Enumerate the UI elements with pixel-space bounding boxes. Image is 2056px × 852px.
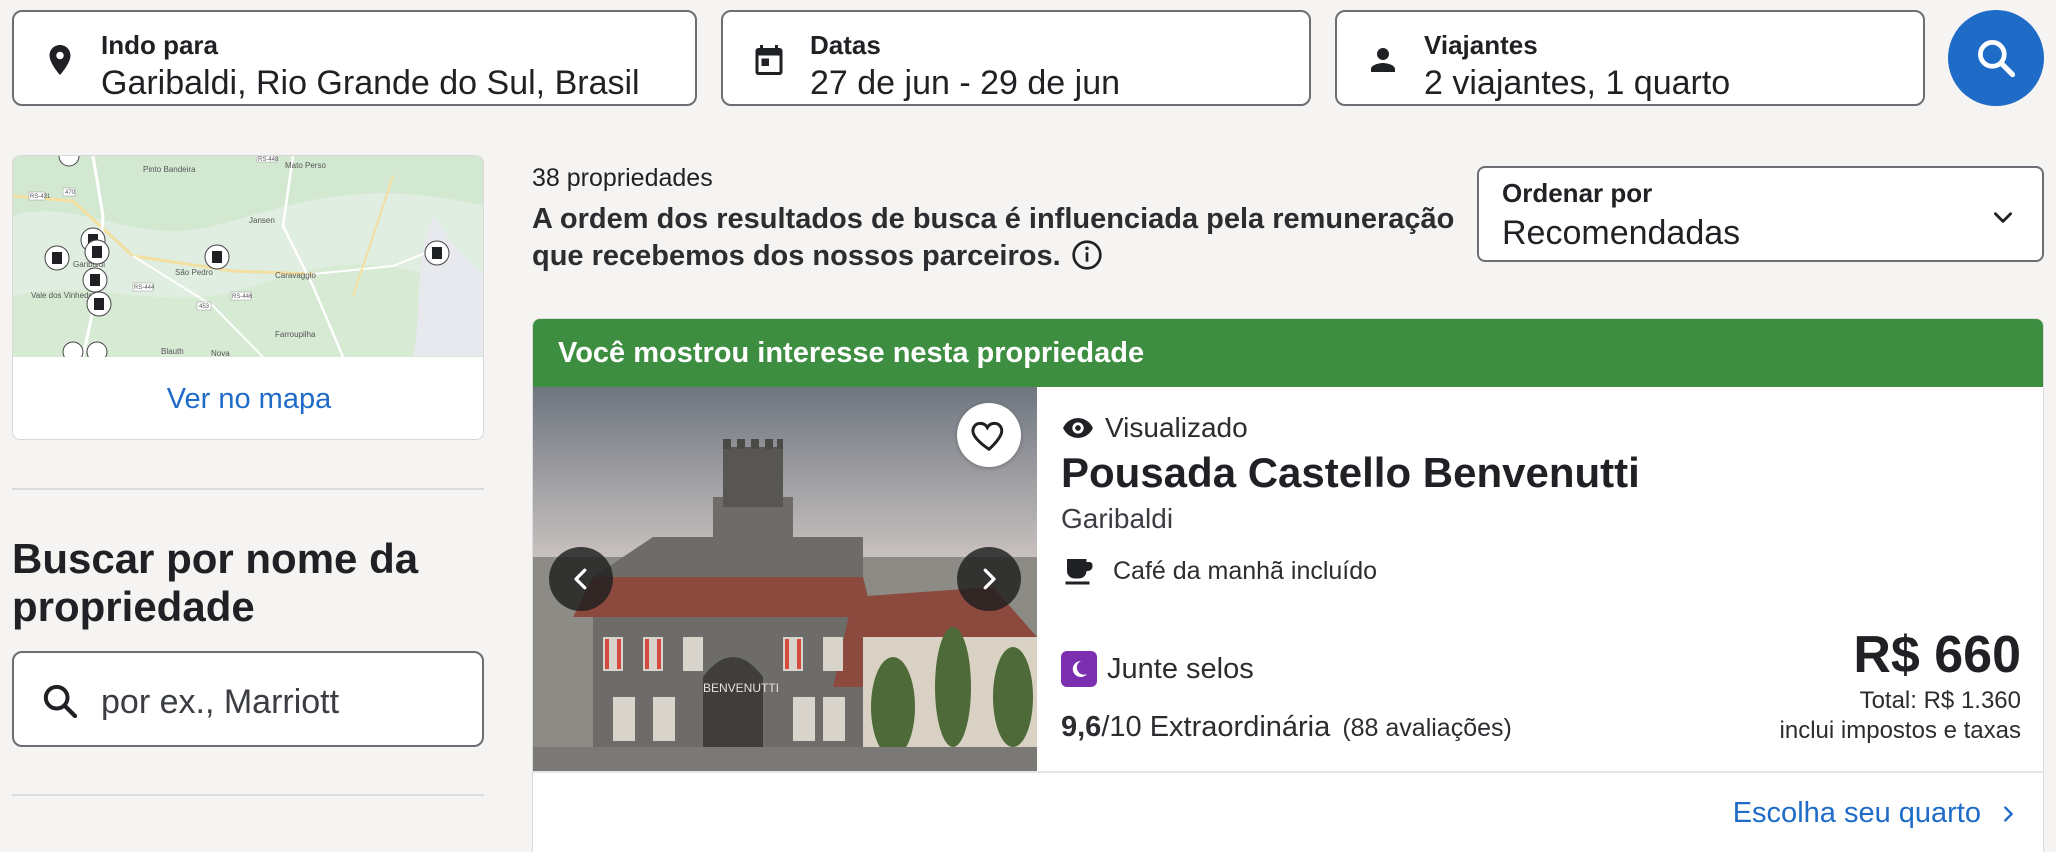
property-info: Visualizado Pousada Castello Benvenutti … — [1061, 387, 2021, 771]
destination-value: Garibaldi, Rio Grande do Sul, Brasil — [101, 64, 640, 102]
chevron-down-icon — [1994, 212, 2012, 223]
viewed-label: Visualizado — [1105, 412, 1248, 443]
interest-banner: Você mostrou interesse nesta propriedade — [533, 319, 2043, 387]
property-name-placeholder: por ex., Marriott — [101, 683, 340, 721]
travelers-value: 2 viajantes, 1 quarto — [1424, 64, 1731, 102]
favorite-button[interactable] — [957, 403, 1021, 467]
photo-sign-text: BENVENUTTI — [703, 681, 779, 695]
road-label-453: 453 — [199, 304, 210, 310]
map-card[interactable]: Pinto Bandeira Mato Perso Jansen Garibal… — [12, 155, 484, 440]
next-photo-button[interactable] — [957, 547, 1021, 611]
property-name-search-input[interactable]: por ex., Marriott — [12, 651, 484, 747]
moon-stamp-icon — [1061, 651, 1097, 687]
property-city: Garibaldi — [1061, 503, 1174, 534]
location-pin-icon — [49, 45, 71, 75]
property-name[interactable]: Pousada Castello Benvenutti — [1061, 449, 1640, 497]
dates-field[interactable]: Datas 27 de jun - 29 de jun — [721, 10, 1311, 106]
taxes-note: inclui impostos e taxas — [1779, 717, 2021, 744]
chevron-right-icon — [983, 568, 996, 590]
property-name-search-title: Buscar por nome da propriedade — [12, 535, 419, 630]
rating-label: Extraordinária — [1149, 711, 1331, 743]
property-photo[interactable]: BENVENUTTI — [533, 387, 1037, 771]
map-label-jansen: Jansen — [249, 216, 275, 225]
choose-room-link[interactable]: Escolha seu quarto — [1733, 797, 2019, 830]
rating-score: 9,6 — [1061, 711, 1102, 743]
chevron-right-icon — [2004, 805, 2013, 822]
map-thumbnail[interactable]: Pinto Bandeira Mato Perso Jansen Garibal… — [13, 156, 484, 357]
rating-scale: /10 — [1101, 711, 1142, 743]
map-label-mato-perso: Mato Perso — [285, 161, 326, 170]
view-on-map-link[interactable]: Ver no mapa — [13, 357, 483, 439]
map-label-caravaggio: Caravaggio — [275, 271, 316, 280]
ranking-notice-text: A ordem dos resultados de busca é influe… — [532, 203, 1455, 272]
destination-label: Indo para — [101, 30, 219, 60]
card-divider — [533, 771, 2043, 773]
road-label-rs431: RS-431 — [30, 194, 51, 200]
total-price: Total: R$ 1.360 — [1859, 687, 2021, 714]
map-label-sao-pedro: São Pedro — [175, 268, 213, 277]
info-icon[interactable] — [1071, 239, 1103, 271]
filter-divider — [12, 794, 484, 796]
search-icon — [43, 684, 78, 719]
map-label-farroupilha: Farroupilha — [275, 330, 316, 339]
map-label-nova: Nova — [211, 349, 230, 357]
filter-divider — [12, 488, 484, 490]
road-label-rs448: RS-448 — [258, 157, 279, 163]
destination-field[interactable]: Indo para Garibaldi, Rio Grande do Sul, … — [12, 10, 697, 106]
eye-icon — [1063, 418, 1093, 438]
dates-label: Datas — [810, 30, 881, 60]
travelers-label: Viajantes — [1424, 30, 1538, 60]
stamps-label: Junte selos — [1107, 652, 1254, 685]
map-label-vale-dos-vinhedos: Vale dos Vinhedos — [31, 291, 97, 300]
ranking-notice: A ordem dos resultados de busca é influe… — [532, 201, 1462, 275]
chevron-left-icon — [574, 568, 587, 590]
sort-value: Recomendadas — [1502, 214, 1741, 252]
travelers-field[interactable]: Viajantes 2 viajantes, 1 quarto — [1335, 10, 1925, 106]
road-label-rs446: RS-446 — [232, 294, 253, 300]
calendar-icon — [755, 45, 783, 75]
previous-photo-button[interactable] — [549, 547, 613, 611]
viewed-indicator: Visualizado — [1061, 411, 1248, 445]
search-button[interactable] — [1948, 10, 2044, 106]
search-icon — [1978, 40, 2016, 78]
person-icon — [1371, 48, 1395, 72]
coffee-cup-icon — [1065, 559, 1093, 585]
road-label-rs444: RS-444 — [134, 285, 155, 291]
sort-dropdown[interactable]: Ordenar por Recomendadas — [1477, 166, 2044, 262]
rating: 9,6/10 Extraordinária (88 avaliações) — [1061, 711, 1512, 744]
sort-label: Ordenar por — [1502, 178, 1653, 208]
breakfast-amenity: Café da manhã incluído — [1061, 553, 1377, 589]
property-card[interactable]: Você mostrou interesse nesta propriedade — [532, 318, 2044, 852]
road-label-470: 470 — [65, 190, 76, 196]
breakfast-label: Café da manhã incluído — [1113, 556, 1378, 585]
map-label-pinto-bandeira: Pinto Bandeira — [143, 165, 196, 174]
heart-icon — [971, 421, 1004, 452]
nightly-price: R$ 660 — [1853, 626, 2021, 684]
results-count: 38 propriedades — [532, 164, 713, 192]
collect-stamps: Junte selos — [1061, 651, 1254, 687]
choose-room-label: Escolha seu quarto — [1732, 797, 1981, 829]
dates-value: 27 de jun - 29 de jun — [810, 64, 1121, 102]
review-count: (88 avaliações) — [1342, 714, 1512, 742]
map-label-blauth: Blauth — [161, 347, 184, 356]
